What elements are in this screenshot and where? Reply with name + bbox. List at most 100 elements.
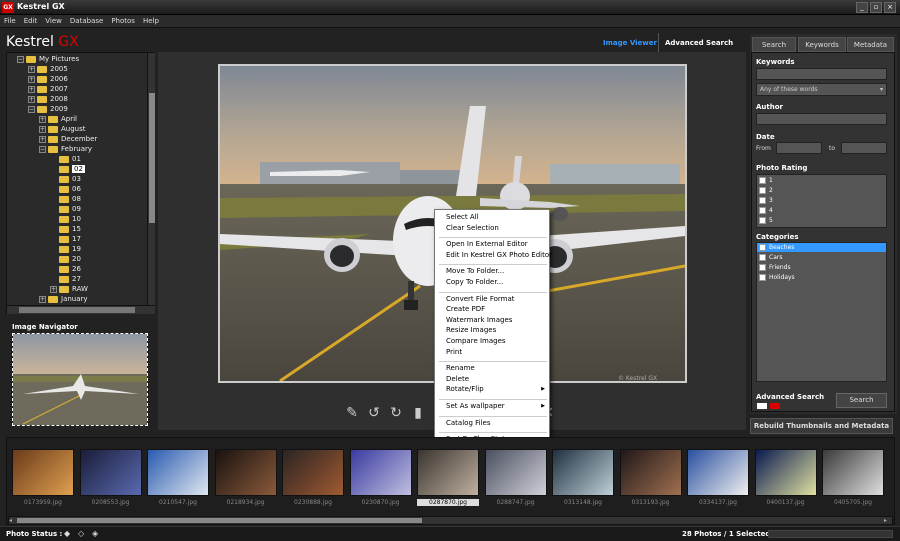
context-menu-item[interactable]: Clear Selection [446,224,499,232]
tree-node-year[interactable]: +2007 [28,84,68,94]
tree-node-day[interactable]: 01 [50,154,81,164]
tree-node-year[interactable]: +2008 [28,94,68,104]
tree-node-year[interactable]: +2005 [28,64,68,74]
close-button[interactable]: × [884,2,896,13]
tree-node-month[interactable]: + January [39,294,88,304]
tree-node-month[interactable]: − February [39,144,92,154]
tree-scroll-thumb[interactable] [149,93,155,223]
rating-checkbox[interactable] [759,207,766,214]
unflag-icon[interactable]: ◇ [78,529,84,538]
menu-database[interactable]: Database [66,15,107,27]
context-menu-item[interactable]: Edit In Kestrel GX Photo Editor [446,251,552,259]
tab-advanced-search[interactable]: Advanced Search [665,39,733,47]
swatch-red[interactable] [770,403,780,409]
expand-toggle-icon[interactable]: + [28,95,35,103]
expand-toggle-icon[interactable]: + [28,85,35,93]
date-to-input[interactable] [841,142,887,154]
edit-pencil-icon[interactable]: ✎ [343,404,361,422]
thumbnail[interactable] [79,449,142,496]
expand-toggle-icon[interactable]: + [39,115,46,123]
category-checkbox[interactable] [759,274,766,281]
tree-node-month[interactable]: + December [39,134,97,144]
tree-node-day[interactable]: 27 [50,274,81,284]
thumbnail[interactable] [552,449,614,496]
tree-node-day[interactable]: 02 [50,164,85,174]
expand-toggle-icon[interactable]: − [17,55,24,63]
tab-search[interactable]: Search [752,37,796,52]
thumbnail[interactable] [282,449,344,496]
tree-node-day[interactable]: 09 [50,204,81,214]
category-checkbox[interactable] [759,244,766,251]
maximize-button[interactable]: ▫ [870,2,882,13]
search-button[interactable]: Search [836,393,887,408]
thumbnail[interactable] [754,449,817,496]
context-menu-item[interactable]: Convert File Format [446,295,515,303]
thumbnail[interactable] [822,449,884,496]
context-menu-item[interactable]: Compare Images [446,337,506,345]
rating-checkbox[interactable] [759,187,766,194]
context-menu-item[interactable]: Catalog Files [446,419,490,427]
context-menu-item[interactable]: Create PDF [446,305,485,313]
rating-item[interactable]: 4 [759,206,773,215]
category-item-friends[interactable]: Friends [759,263,791,272]
date-from-input[interactable] [776,142,822,154]
scroll-left-icon[interactable]: ◂ [9,517,16,524]
strip-scrollbar[interactable]: ◂ ▸ [8,516,893,525]
rotate-right-icon[interactable]: ↻ [387,404,405,422]
tree-node-day[interactable]: 17 [50,234,81,244]
tree-vertical-scrollbar[interactable] [147,53,155,305]
category-checkbox[interactable] [759,264,766,271]
tree-node-day[interactable]: 20 [50,254,81,264]
rating-item[interactable]: 2 [759,186,773,195]
menu-photos[interactable]: Photos [107,15,139,27]
menu-file[interactable]: File [0,15,20,27]
expand-toggle-icon[interactable]: + [39,125,46,133]
thumbnail[interactable] [687,449,749,496]
tree-node-day[interactable]: + RAW [50,284,88,294]
rebuild-thumbnails-button[interactable]: Rebuild Thumbnails and Metadata [750,418,893,434]
expand-toggle-icon[interactable]: + [39,295,46,303]
flag-icon[interactable]: ◆ [64,529,70,538]
context-menu-item[interactable]: Open In External Editor [446,240,528,248]
tree-node-month[interactable]: + April [39,114,77,124]
category-item-beaches[interactable]: Beaches [757,243,886,252]
category-item-holidays[interactable]: Holidays [759,273,795,282]
expand-toggle-icon[interactable]: + [28,65,35,73]
context-menu-item[interactable]: Select All [446,213,479,221]
slideshow-icon[interactable]: ▮ [409,404,427,422]
tree-node-day[interactable]: 06 [50,184,81,194]
thumbnail[interactable] [484,449,547,496]
context-menu-item[interactable]: Rotate/Flip [446,385,484,393]
context-menu-item[interactable]: Copy To Folder... [446,278,503,286]
rating-checkbox[interactable] [759,217,766,224]
tree-node-day[interactable]: 19 [50,244,81,254]
rating-item[interactable]: 3 [759,196,773,205]
tree-node-day[interactable]: 26 [50,264,81,274]
rating-item[interactable]: 1 [759,176,773,185]
keywords-input[interactable] [756,68,887,80]
tree-node-day[interactable]: 10 [50,214,81,224]
context-menu-item[interactable]: Delete [446,375,469,383]
context-menu-item[interactable]: Resize Images [446,326,496,334]
category-checkbox[interactable] [759,254,766,261]
keywords-mode-select[interactable]: Any of these words ▾ [756,83,887,96]
swatch-white[interactable] [757,403,767,409]
tree-node-day[interactable]: 08 [50,194,81,204]
menu-help[interactable]: Help [139,15,163,27]
tab-metadata[interactable]: Metadata [847,37,894,52]
thumbnail[interactable] [619,449,682,496]
tree-node-day[interactable]: 15 [50,224,81,234]
scroll-right-icon[interactable]: ▸ [884,517,891,524]
author-input[interactable] [756,113,887,125]
context-menu-item[interactable]: Move To Folder... [446,267,504,275]
tree-node-year[interactable]: − 2009 [28,104,68,114]
rating-item[interactable]: 5 [759,216,773,225]
context-menu-item[interactable]: Watermark Images [446,316,512,324]
expand-toggle-icon[interactable]: − [28,105,35,113]
strip-scroll-thumb[interactable] [17,518,422,523]
rotate-left-icon[interactable]: ↺ [365,404,383,422]
tab-keywords[interactable]: Keywords [798,37,846,52]
thumbnail[interactable] [349,449,412,496]
expand-toggle-icon[interactable]: + [50,285,57,293]
thumbnail[interactable] [214,449,277,496]
